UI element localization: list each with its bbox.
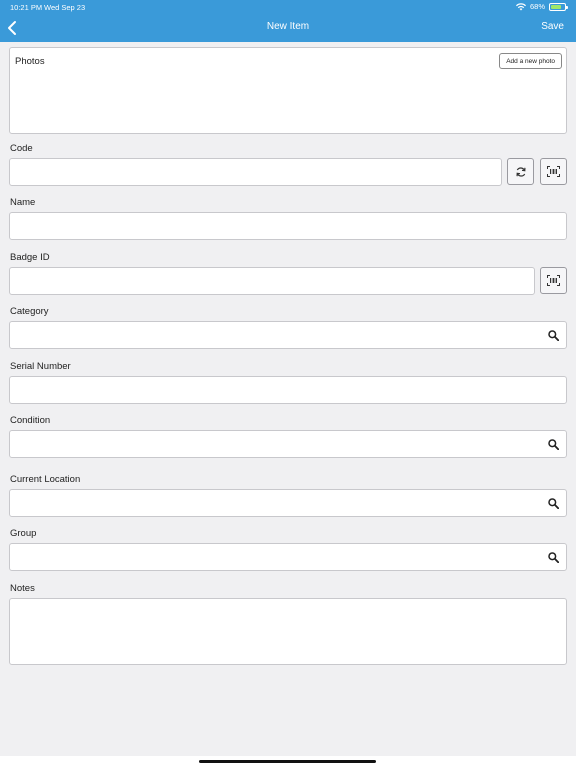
scan-badge-button[interactable]: [540, 267, 567, 294]
code-field[interactable]: [9, 158, 502, 186]
scan-code-button[interactable]: [540, 158, 567, 185]
current-location-field[interactable]: [9, 489, 567, 517]
search-icon[interactable]: [548, 439, 559, 450]
photos-label: Photos: [15, 56, 45, 67]
search-icon[interactable]: [548, 330, 559, 341]
generate-code-button[interactable]: [507, 158, 534, 185]
save-button[interactable]: Save: [541, 21, 564, 32]
battery-percent: 68%: [529, 2, 545, 11]
add-photo-button[interactable]: Add a new photo: [499, 53, 562, 69]
serial-number-field[interactable]: [9, 376, 567, 404]
notes-label: Notes: [10, 583, 35, 594]
search-icon[interactable]: [548, 552, 559, 563]
serial-number-label: Serial Number: [10, 361, 71, 372]
current-location-label: Current Location: [10, 474, 81, 485]
name-label: Name: [10, 197, 36, 208]
notes-field[interactable]: [9, 598, 567, 665]
status-right: 68%: [515, 2, 568, 11]
battery-icon: [549, 2, 568, 11]
page-title: New Item: [266, 21, 310, 32]
barcode-scan-icon: [547, 166, 560, 177]
group-field[interactable]: [9, 543, 567, 571]
category-label: Category: [10, 306, 49, 317]
condition-field[interactable]: [9, 430, 567, 458]
home-indicator[interactable]: [199, 760, 376, 763]
code-label: Code: [10, 143, 33, 154]
refresh-icon: [516, 166, 525, 177]
badge-id-label: Badge ID: [10, 252, 50, 263]
wifi-icon: [515, 2, 526, 10]
condition-label: Condition: [10, 415, 51, 426]
group-label: Group: [10, 528, 37, 539]
barcode-scan-icon: [547, 275, 560, 286]
battery-fill: [551, 4, 562, 9]
category-field[interactable]: [9, 321, 567, 349]
search-icon[interactable]: [548, 498, 559, 509]
badge-id-field[interactable]: [9, 267, 535, 295]
status-date: Wed Sep 23: [44, 3, 86, 12]
name-field[interactable]: [9, 212, 567, 240]
photos-panel: Photos Add a new photo: [9, 47, 567, 134]
nav-bar: New Item Save: [0, 14, 576, 42]
status-time: 10:21 PM: [10, 3, 43, 12]
status-bar: 10:21 PM Wed Sep 23 68%: [0, 0, 576, 14]
